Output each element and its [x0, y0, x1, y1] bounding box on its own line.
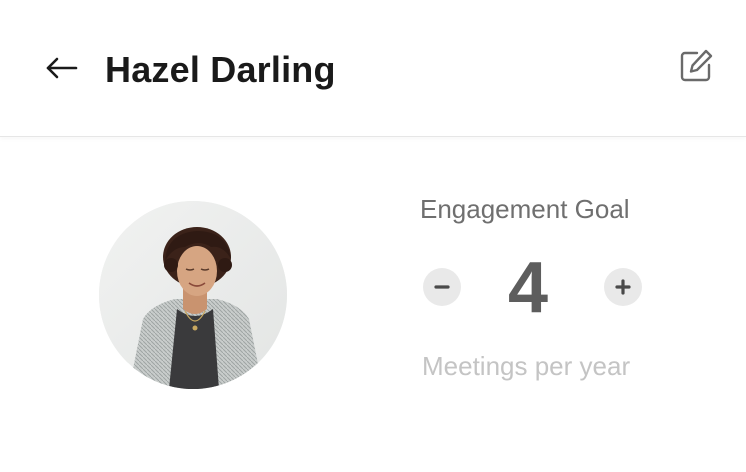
edit-button[interactable] — [676, 46, 716, 86]
decrement-button[interactable] — [423, 268, 461, 306]
plus-icon — [615, 279, 631, 295]
page-title: Hazel Darling — [105, 49, 336, 90]
profile-photo — [99, 201, 287, 389]
edit-icon — [680, 49, 713, 82]
engagement-goal-label: Engagement Goal — [420, 194, 630, 224]
goal-value: 4 — [507, 248, 549, 328]
goal-unit-label: Meetings per year — [422, 351, 631, 381]
arrow-left-icon — [46, 57, 78, 79]
minus-icon — [434, 285, 450, 289]
header-bar: Hazel Darling — [0, 0, 746, 137]
back-button[interactable] — [42, 52, 82, 84]
increment-button[interactable] — [604, 268, 642, 306]
profile-screen: Hazel Darling Engagement Goal 4 Meetings… — [0, 0, 746, 472]
avatar — [99, 201, 287, 389]
